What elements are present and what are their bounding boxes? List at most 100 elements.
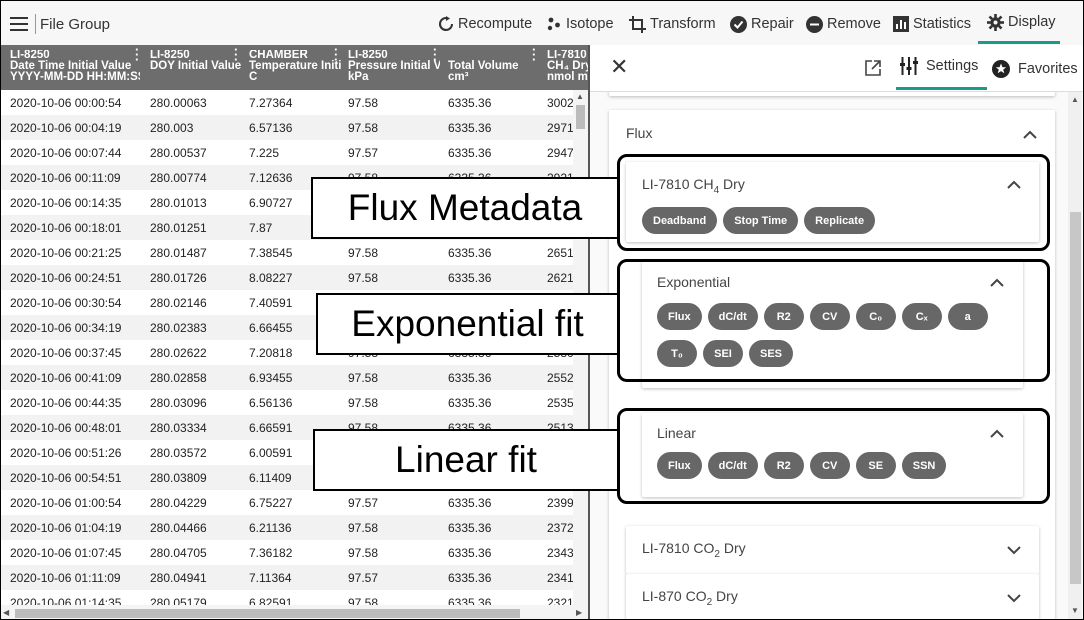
table-cell: 6335.36 bbox=[448, 396, 492, 410]
table-cell: 280.02622 bbox=[150, 346, 207, 360]
table-cell: 7.12636 bbox=[249, 171, 293, 185]
scroll-up-icon[interactable]: ▲ bbox=[576, 92, 584, 101]
table-row[interactable]: 2020-10-06 01:11:09 280.04941 7.11364 97.57… bbox=[0, 565, 575, 590]
chevron-down-icon[interactable] bbox=[1007, 545, 1021, 555]
table-cell: 6335.36 bbox=[448, 146, 492, 160]
table-cell: 280.00537 bbox=[150, 146, 207, 160]
tab-favorites[interactable]: Favorites bbox=[992, 60, 1078, 78]
table-row[interactable]: 2020-10-06 00:04:19 280.003 6.57136 97.58 63… bbox=[0, 115, 575, 140]
chevron-down-icon[interactable] bbox=[1007, 593, 1021, 603]
co2-dry-title: LI-7810 CO2 Dry bbox=[642, 540, 746, 560]
co2-dry-card[interactable]: LI-7810 CO2 Dry bbox=[626, 526, 1039, 574]
column-menu-icon[interactable]: · · · bbox=[433, 45, 437, 66]
table-body: 2020-10-06 00:00:54 280.00063 7.27364 97.58… bbox=[0, 90, 575, 620]
display-label: Display bbox=[1008, 14, 1056, 30]
table-cell: 2372 bbox=[547, 521, 574, 535]
flux-section-title: Flux bbox=[626, 125, 653, 141]
scroll-left-icon[interactable]: ◀ bbox=[3, 608, 9, 617]
table-cell: 2020-10-06 01:00:54 bbox=[10, 496, 122, 510]
repair-label: Repair bbox=[751, 16, 794, 32]
table-row[interactable]: 2020-10-06 00:44:35 280.03096 6.56136 97.58… bbox=[0, 390, 575, 415]
table-cell: 97.57 bbox=[348, 496, 379, 510]
table-cell: 2947 bbox=[547, 146, 574, 160]
transform-label: Transform bbox=[650, 16, 716, 32]
menu-icon[interactable] bbox=[10, 17, 28, 31]
chevron-up-icon[interactable] bbox=[1023, 130, 1037, 140]
table-row[interactable]: 2020-10-06 00:07:44 280.00537 7.225 97.57 63… bbox=[0, 140, 575, 165]
table-cell: 280.03572 bbox=[150, 446, 207, 460]
settings-tab-label: Settings bbox=[926, 58, 979, 74]
table-cell: 2341 bbox=[547, 571, 574, 585]
column-header[interactable]: LI-7810 CH₄ Dry nmol mol⁻¹ bbox=[547, 50, 588, 83]
table-row[interactable]: 2020-10-06 01:07:45 280.04705 7.36182 97.58… bbox=[0, 540, 575, 565]
refresh-icon bbox=[439, 16, 453, 31]
table-horizontal-scrollbar[interactable]: ◀ ▶ bbox=[0, 605, 588, 620]
column-header[interactable]: LI-8250 Date Time Initial Value YYYY-MM-… bbox=[10, 50, 140, 83]
table-cell: 97.58 bbox=[348, 396, 379, 410]
scroll-up-icon[interactable]: ▲ bbox=[1071, 95, 1079, 104]
open-external-icon[interactable] bbox=[865, 60, 881, 76]
table-cell: 2020-10-06 01:07:45 bbox=[10, 546, 122, 560]
table-cell: 6.11409 bbox=[249, 471, 292, 485]
bar-chart-icon bbox=[893, 16, 909, 32]
table-cell: 2343 bbox=[547, 546, 574, 560]
table-cell: 280.00063 bbox=[150, 96, 207, 110]
table-cell: 97.58 bbox=[348, 371, 379, 385]
table-row[interactable]: 2020-10-06 00:41:09 280.02858 6.93455 97.58… bbox=[0, 365, 575, 390]
table-row[interactable]: 2020-10-06 00:00:54 280.00063 7.27364 97.58… bbox=[0, 90, 575, 115]
header-line: cm³ bbox=[448, 71, 469, 83]
isotope-button[interactable]: Isotope bbox=[546, 13, 614, 35]
table-cell: 6.57136 bbox=[249, 121, 293, 135]
sliders-icon bbox=[900, 57, 918, 75]
close-icon[interactable]: ✕ bbox=[610, 56, 628, 78]
column-menu-icon[interactable]: · · · bbox=[234, 45, 238, 66]
table-cell: 6.00591 bbox=[249, 446, 293, 460]
display-button[interactable]: Display bbox=[987, 11, 1056, 33]
column-header[interactable]: CHAMBER Temperature Initial Value C bbox=[249, 50, 341, 83]
column-menu-icon[interactable]: · · · bbox=[532, 45, 536, 66]
table-cell: 7.38545 bbox=[249, 246, 293, 260]
statistics-button[interactable]: Statistics bbox=[893, 13, 971, 35]
linear-fit-callout: Linear fit bbox=[313, 429, 619, 491]
table-cell: 6335.36 bbox=[448, 496, 492, 510]
panel-scrollbar[interactable]: ▲ ▼ bbox=[1068, 92, 1082, 620]
column-header[interactable]: LI-8250 DOY Initial Value bbox=[150, 50, 242, 83]
table-cell: 2020-10-06 00:37:45 bbox=[10, 346, 122, 360]
column-menu-icon[interactable]: · · · bbox=[135, 45, 139, 66]
title-text: LI-870 CO bbox=[642, 588, 707, 604]
table-cell: 280.02858 bbox=[150, 371, 207, 385]
repair-button[interactable]: Repair bbox=[730, 13, 794, 35]
table-row[interactable]: 2020-10-06 01:04:19 280.04466 6.21136 97.58… bbox=[0, 515, 575, 540]
table-row[interactable]: 2020-10-06 00:24:51 280.01726 8.08227 97.58… bbox=[0, 265, 575, 290]
transform-button[interactable]: Transform bbox=[629, 13, 716, 35]
table-row[interactable]: 2020-10-06 00:21:25 280.01487 7.38545 97.58… bbox=[0, 240, 575, 265]
table-cell: 97.57 bbox=[348, 571, 379, 585]
recompute-label: Recompute bbox=[458, 16, 533, 32]
table-cell: 2552 bbox=[547, 371, 574, 385]
table-cell: 6335.36 bbox=[448, 371, 492, 385]
table-cell: 2020-10-06 00:30:54 bbox=[10, 296, 122, 310]
header-line: kPa bbox=[348, 71, 369, 83]
scroll-thumb[interactable] bbox=[576, 105, 585, 129]
table-cell: 280.00774 bbox=[150, 171, 207, 185]
li870-co2-dry-card[interactable]: LI-870 CO2 Dry bbox=[626, 574, 1039, 620]
scroll-down-icon[interactable]: ▼ bbox=[1071, 606, 1079, 615]
table-vertical-scrollbar[interactable]: ▲ ▼ bbox=[573, 90, 588, 620]
table-cell: 6.66455 bbox=[249, 321, 293, 335]
remove-button[interactable]: Remove bbox=[806, 13, 881, 35]
column-header[interactable]: Total Volume cm³ bbox=[448, 50, 533, 83]
table-cell: 280.01013 bbox=[150, 196, 207, 210]
column-header[interactable]: LI-8250 Pressure Initial Value kPa bbox=[348, 50, 440, 83]
recompute-button[interactable]: Recompute bbox=[438, 13, 532, 35]
table-cell: 97.58 bbox=[348, 121, 379, 135]
scroll-right-icon[interactable]: ▶ bbox=[576, 608, 582, 617]
table-cell: 2020-10-06 00:24:51 bbox=[10, 271, 122, 285]
table-cell: 2020-10-06 00:44:35 bbox=[10, 396, 122, 410]
scroll-thumb[interactable] bbox=[15, 609, 520, 618]
column-menu-icon[interactable]: · · · bbox=[334, 45, 338, 66]
table-cell: 280.04705 bbox=[150, 546, 207, 560]
scroll-thumb[interactable] bbox=[1070, 212, 1081, 584]
table-row[interactable]: 2020-10-06 01:00:54 280.04229 6.75227 97.57… bbox=[0, 490, 575, 515]
table-cell: 280.02383 bbox=[150, 321, 207, 335]
tab-settings[interactable]: Settings bbox=[900, 57, 978, 75]
